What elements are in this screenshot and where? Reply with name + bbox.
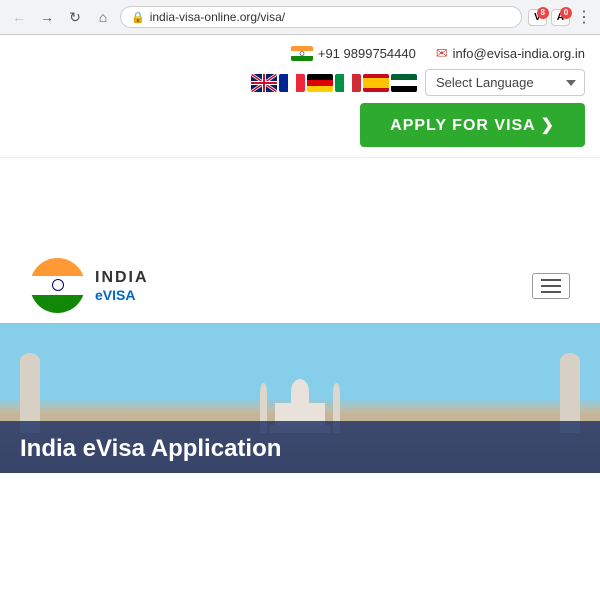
ad-extension[interactable]: A0 (551, 9, 570, 26)
language-select[interactable]: Select Language English French German It… (425, 69, 585, 96)
white-space-area (0, 158, 600, 248)
lock-icon: 🔒 (131, 11, 145, 24)
back-button[interactable]: ← (8, 6, 30, 28)
forward-button[interactable]: → (36, 6, 58, 28)
reload-button[interactable]: ↻ (64, 6, 86, 28)
apply-for-visa-button[interactable]: APPLY FOR VISA ❯ (360, 103, 585, 147)
logo-area: INDIA eVISA (30, 258, 149, 313)
address-bar[interactable]: 🔒 india-visa-online.org/visa/ (120, 6, 522, 28)
vpn-extension[interactable]: V8 (528, 9, 547, 26)
email-address: info@evisa-india.org.in (453, 46, 585, 61)
logo-text: INDIA eVISA (95, 268, 149, 304)
uk-flag-icon[interactable] (251, 74, 277, 92)
flag-top-stripe (30, 258, 85, 276)
spain-flag-icon[interactable] (363, 74, 389, 92)
phone-item: +91 9899754440 (291, 46, 416, 61)
logo-evisa-text: eVISA (95, 287, 149, 304)
logo-india-text: INDIA (95, 268, 149, 287)
language-row: Select Language English French German It… (251, 69, 585, 96)
flag-strip (251, 74, 417, 92)
phone-number: +91 9899754440 (318, 46, 416, 61)
hamburger-line-3 (541, 291, 561, 293)
email-icon: ✉ (436, 45, 448, 62)
hero-overlay: India eVisa Application (0, 421, 600, 473)
hamburger-menu-button[interactable] (532, 273, 570, 299)
browser-toolbar: ← → ↻ ⌂ 🔒 india-visa-online.org/visa/ V8… (8, 6, 592, 28)
arabic-flag-icon[interactable] (391, 74, 417, 92)
flag-mid-stripe (30, 276, 85, 294)
browser-chrome: ← → ↻ ⌂ 🔒 india-visa-online.org/visa/ V8… (0, 0, 600, 35)
browser-menu-button[interactable]: ⋮ (576, 7, 592, 27)
apply-btn-label: APPLY FOR VISA ❯ (390, 115, 555, 135)
hero-section: India eVisa Application (0, 323, 600, 473)
home-button[interactable]: ⌂ (92, 6, 114, 28)
top-bar: +91 9899754440 ✉ info@evisa-india.org.in (0, 35, 600, 158)
italy-flag-icon[interactable] (335, 74, 361, 92)
india-flag-circle (30, 258, 85, 313)
page-content: +91 9899754440 ✉ info@evisa-india.org.in (0, 35, 600, 575)
flag-bot-stripe (30, 295, 85, 313)
extensions-area: V8 A0 (528, 9, 570, 26)
hamburger-line-1 (541, 279, 561, 281)
apply-btn-container: APPLY FOR VISA ❯ (15, 103, 585, 147)
germany-flag-icon[interactable] (307, 74, 333, 92)
url-text: india-visa-online.org/visa/ (150, 10, 511, 24)
taj-dome (291, 379, 309, 404)
ashoka-chakra (52, 279, 64, 291)
email-item: ✉ info@evisa-india.org.in (436, 45, 585, 62)
hero-title: India eVisa Application (20, 435, 580, 463)
contact-row: +91 9899754440 ✉ info@evisa-india.org.in (291, 45, 585, 62)
site-header: INDIA eVISA (0, 248, 600, 323)
france-flag-icon[interactable] (279, 74, 305, 92)
india-flag-icon (291, 46, 313, 61)
hamburger-line-2 (541, 285, 561, 287)
